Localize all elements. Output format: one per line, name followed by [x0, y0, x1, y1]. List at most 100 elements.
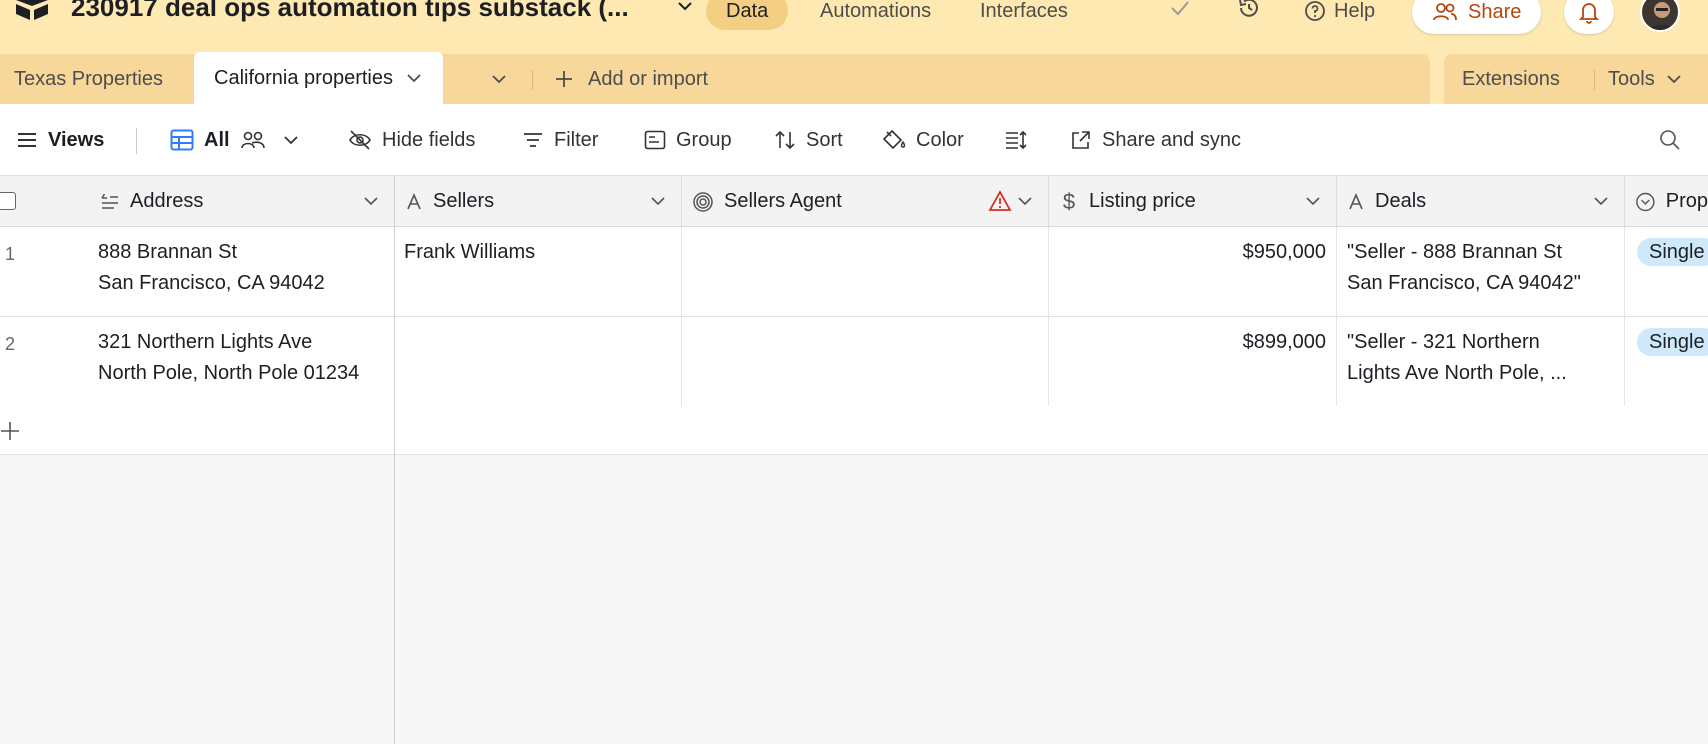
all-tables-dropdown[interactable]	[490, 54, 508, 104]
share-and-sync-button[interactable]: Share and sync	[1070, 104, 1241, 176]
users-icon	[1433, 3, 1457, 21]
deals-cell[interactable]: "Seller - 321 Northern Lights Ave North …	[1337, 317, 1625, 407]
column-header-deals[interactable]: Deals	[1337, 176, 1625, 227]
column-header-address[interactable]: Address	[90, 176, 395, 227]
nav-interfaces[interactable]: Interfaces	[960, 0, 1088, 30]
eye-off-icon	[349, 130, 371, 150]
address-line: 888 Brannan St	[98, 241, 237, 263]
extensions-label: Extensions	[1462, 67, 1560, 90]
divider	[136, 128, 137, 154]
table-row[interactable]: 2 321 Northern Lights Ave North Pole, No…	[0, 317, 1708, 407]
tab-label: California properties	[214, 66, 393, 89]
table-row[interactable]: 1 888 Brannan St San Francisco, CA 94042…	[0, 227, 1708, 317]
filter-label: Filter	[554, 128, 599, 151]
deals-line: Lights Ave North Pole, ...	[1347, 362, 1567, 384]
frozen-column-divider	[394, 176, 395, 744]
share-label: Share	[1468, 0, 1522, 23]
check-icon[interactable]	[1166, 0, 1194, 22]
column-label: Listing price	[1089, 190, 1196, 212]
column-label: Deals	[1375, 190, 1427, 212]
select-all-cell	[0, 176, 90, 227]
add-or-import-button[interactable]: Add or import	[554, 54, 708, 104]
select-all-checkbox[interactable]	[0, 192, 16, 210]
column-header-prop[interactable]: Prop	[1625, 176, 1708, 227]
address-line: North Pole, North Pole 01234	[98, 362, 360, 384]
chevron-down-icon[interactable]	[649, 192, 667, 210]
tools-strip: Extensions Tools	[1444, 54, 1708, 104]
column-label: Address	[130, 190, 204, 212]
views-button[interactable]: Views	[16, 104, 104, 176]
nav-data[interactable]: Data	[706, 0, 789, 30]
data-grid: Address Sellers Sellers Agent $ Listing …	[0, 176, 1708, 744]
prop-cell[interactable]: Single	[1625, 317, 1708, 407]
help-button[interactable]: Help	[1304, 0, 1375, 30]
deals-cell[interactable]: "Seller - 888 Brannan St San Francisco, …	[1337, 227, 1625, 317]
bell-icon[interactable]	[1564, 0, 1614, 34]
row-number-cell: 1	[0, 227, 90, 317]
chevron-down-icon[interactable]	[675, 0, 695, 16]
chevron-down-icon[interactable]	[1016, 192, 1034, 210]
chevron-down-icon[interactable]	[1592, 192, 1610, 210]
column-label: Sellers	[433, 190, 495, 212]
tab-california-properties[interactable]: California properties	[194, 52, 443, 104]
single-select-icon	[1636, 192, 1655, 211]
base-title[interactable]: 230917 deal ops automation tips substack…	[71, 0, 629, 23]
group-icon	[644, 130, 666, 150]
listing-price-cell[interactable]: $950,000	[1049, 227, 1337, 317]
share-and-sync-label: Share and sync	[1102, 128, 1241, 151]
airtable-logo-icon[interactable]	[14, 0, 50, 20]
filter-button[interactable]: Filter	[522, 104, 598, 176]
row-number: 2	[5, 334, 16, 354]
extensions-button[interactable]: Extensions	[1462, 54, 1560, 104]
avatar[interactable]	[1640, 0, 1680, 32]
address-cell[interactable]: 888 Brannan St San Francisco, CA 94042	[90, 227, 395, 317]
chevron-down-icon	[1667, 75, 1681, 84]
sort-button[interactable]: Sort	[774, 104, 843, 176]
group-button[interactable]: Group	[644, 104, 732, 176]
chevron-down-icon[interactable]	[362, 192, 380, 210]
search-icon[interactable]	[1658, 104, 1682, 176]
sellers-agent-cell[interactable]	[682, 227, 1049, 317]
color-button[interactable]: Color	[882, 104, 964, 176]
top-bar: 230917 deal ops automation tips substack…	[0, 0, 1708, 52]
view-switcher[interactable]: All	[170, 104, 300, 176]
table-tab-bar: Texas Properties California properties A…	[0, 52, 1708, 104]
text-field-icon	[407, 192, 421, 209]
views-label: Views	[48, 128, 105, 151]
prop-cell[interactable]: Single	[1625, 227, 1708, 317]
chevron-down-icon[interactable]	[1304, 192, 1322, 210]
row-height-button[interactable]	[1004, 104, 1028, 176]
row-height-icon	[1006, 130, 1027, 150]
menu-icon	[18, 133, 36, 147]
column-header-sellers[interactable]: Sellers	[395, 176, 682, 227]
row-number: 1	[5, 244, 16, 264]
add-record-row[interactable]	[0, 406, 1708, 455]
price-value: $950,000	[1242, 241, 1326, 263]
tools-button[interactable]: Tools	[1608, 54, 1683, 104]
filter-icon	[524, 133, 542, 147]
tab-texas-properties[interactable]: Texas Properties	[14, 54, 163, 104]
listing-price-cell[interactable]: $899,000	[1049, 317, 1337, 407]
sellers-cell[interactable]: Frank Williams	[395, 227, 682, 317]
history-icon[interactable]	[1235, 0, 1263, 22]
hide-fields-button[interactable]: Hide fields	[348, 104, 475, 176]
view-name: All	[204, 128, 230, 151]
column-header-listing-price[interactable]: $ Listing price	[1049, 176, 1337, 227]
sellers-cell[interactable]	[395, 317, 682, 407]
sellers-agent-cell[interactable]	[682, 317, 1049, 407]
warning-icon[interactable]	[988, 190, 1012, 212]
nav-automations[interactable]: Automations	[800, 0, 951, 30]
plus-icon[interactable]	[0, 420, 22, 442]
ai-field-icon	[693, 191, 713, 212]
divider	[532, 70, 533, 90]
chevron-down-icon[interactable]	[405, 69, 423, 87]
address-cell[interactable]: 321 Northern Lights Ave North Pole, Nort…	[90, 317, 395, 407]
sort-label: Sort	[806, 128, 843, 151]
divider	[1594, 70, 1595, 90]
hide-fields-label: Hide fields	[382, 128, 476, 151]
column-header-sellers-agent[interactable]: Sellers Agent	[682, 176, 1049, 227]
address-line: 321 Northern Lights Ave	[98, 331, 313, 353]
help-icon	[1305, 1, 1325, 21]
column-label: Sellers Agent	[724, 190, 842, 212]
share-button[interactable]: Share	[1412, 0, 1542, 34]
